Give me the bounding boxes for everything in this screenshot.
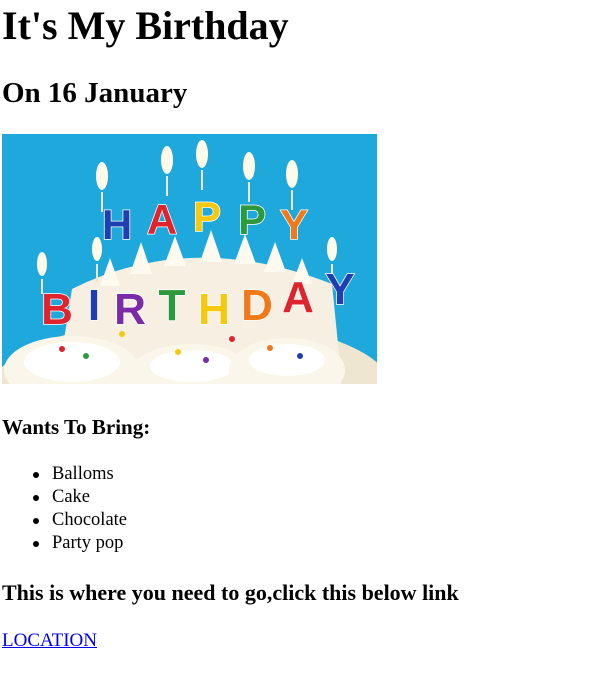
letter-y2: Y xyxy=(325,265,354,314)
birthday-cake-image: H A P P Y B I R T H D A Y xyxy=(2,134,377,384)
bullet-icon xyxy=(33,541,39,547)
letter-p1: P xyxy=(193,193,221,240)
letter-h: H xyxy=(102,201,132,248)
page-title: It's My Birthday xyxy=(2,3,289,48)
letter-h2: H xyxy=(198,285,230,334)
letter-b: B xyxy=(41,285,73,334)
letter-d: D xyxy=(241,281,273,330)
list-item-label: Chocolate xyxy=(52,510,128,530)
letter-p2: P xyxy=(238,196,266,243)
list-item-label: Balloms xyxy=(52,464,114,484)
bring-heading: Wants To Bring: xyxy=(2,415,151,439)
birthday-date: On 16 January xyxy=(2,77,188,109)
bullet-icon xyxy=(33,495,39,501)
list-item: Balloms xyxy=(2,463,127,486)
location-link[interactable]: LOCATION xyxy=(2,629,97,653)
directions-heading: This is where you need to go,click this … xyxy=(2,580,459,605)
letter-y: Y xyxy=(280,201,308,248)
list-item: Cake xyxy=(2,486,127,509)
bullet-icon xyxy=(33,472,39,478)
list-item: Chocolate xyxy=(2,509,127,532)
list-item-label: Party pop xyxy=(52,533,124,553)
letter-a: A xyxy=(147,196,177,243)
letter-t: T xyxy=(159,281,186,330)
letter-r: R xyxy=(114,285,146,334)
bring-list: Balloms Cake Chocolate Party pop xyxy=(2,463,127,555)
list-item: Party pop xyxy=(2,532,127,555)
bullet-icon xyxy=(33,518,39,524)
letter-a2: A xyxy=(282,273,314,322)
letter-i: I xyxy=(88,281,100,330)
list-item-label: Cake xyxy=(52,487,91,507)
